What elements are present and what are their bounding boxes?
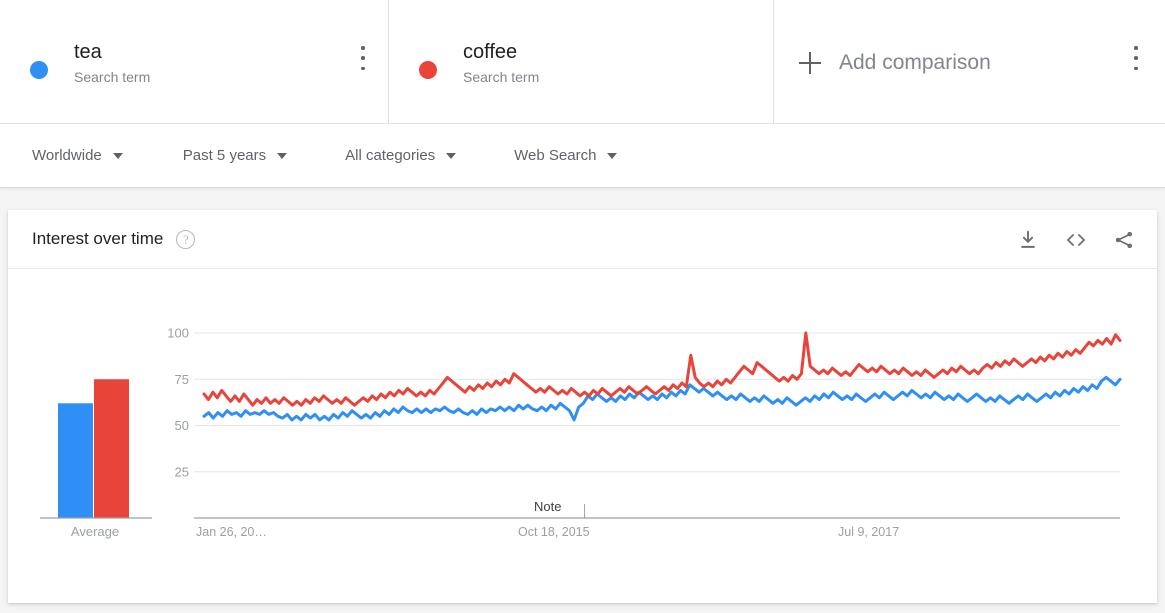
svg-text:50: 50 (175, 418, 189, 433)
add-comparison-content: Add comparison (799, 51, 991, 75)
kebab-menu-icon-tea[interactable] (352, 46, 374, 70)
search-terms-bar: tea Search term coffee Search term Add c… (0, 0, 1165, 124)
term-card-tea[interactable]: tea Search term (0, 0, 389, 124)
add-comparison-button[interactable]: Add comparison (774, 0, 1165, 124)
add-comparison-label: Add comparison (839, 51, 991, 74)
svg-text:Average: Average (71, 524, 119, 539)
filter-bar: Worldwide Past 5 years All categories We… (0, 124, 1165, 188)
filter-time-range-label: Past 5 years (182, 147, 267, 164)
chart-note-annotation[interactable]: Note (534, 499, 561, 514)
svg-text:Jan 26, 20…: Jan 26, 20… (196, 525, 267, 539)
filter-category[interactable]: All categories (345, 147, 457, 164)
filter-search-type-label: Web Search (514, 147, 597, 164)
term-name: coffee (463, 40, 518, 63)
plus-icon (799, 51, 823, 75)
svg-text:Oct 18, 2015: Oct 18, 2015 (518, 525, 590, 539)
filter-search-type[interactable]: Web Search (514, 147, 618, 164)
embed-code-icon[interactable] (1063, 227, 1089, 253)
chevron-down-icon (607, 152, 618, 159)
term-text-block: coffee Search term (463, 39, 539, 88)
term-card-coffee[interactable]: coffee Search term (389, 0, 1138, 124)
term-name: tea (74, 40, 102, 63)
card-header: Interest over time ? (8, 210, 1157, 269)
term-subtitle: Search term (463, 68, 540, 85)
series-color-dot-tea (30, 60, 48, 79)
series-color-dot-coffee (419, 60, 437, 79)
share-icon[interactable] (1111, 227, 1137, 253)
interest-over-time-card: Interest over time ? 100 75 50 25 Jan 26… (8, 210, 1157, 603)
chevron-down-icon (446, 152, 457, 159)
trends-line-chart[interactable]: 100 75 50 25 Jan 26, 20… Oct 18, 2015 Jul 9, 2… (8, 269, 1157, 602)
chevron-down-icon (112, 152, 123, 159)
filter-time-range[interactable]: Past 5 years (182, 147, 288, 164)
filter-category-label: All categories (345, 147, 436, 164)
term-subtitle: Search term (74, 68, 151, 85)
filter-location-label: Worldwide (32, 147, 102, 164)
card-toolbar (1015, 210, 1137, 269)
chart-plot-area: 100 75 50 25 Jan 26, 20… Oct 18, 2015 Jul 9, 2… (8, 269, 1157, 602)
term-content: tea Search term (30, 39, 150, 88)
svg-text:75: 75 (175, 372, 189, 387)
filter-location[interactable]: Worldwide (32, 147, 123, 164)
download-icon[interactable] (1015, 227, 1041, 253)
term-content: coffee Search term (419, 39, 539, 88)
term-text-block: tea Search term (74, 39, 150, 88)
svg-text:25: 25 (175, 464, 189, 479)
page-title: Interest over time (32, 229, 164, 248)
svg-text:100: 100 (167, 326, 189, 341)
svg-text:Jul 9, 2017: Jul 9, 2017 (838, 525, 899, 539)
chevron-down-icon (277, 152, 288, 159)
help-icon[interactable]: ? (176, 229, 196, 249)
